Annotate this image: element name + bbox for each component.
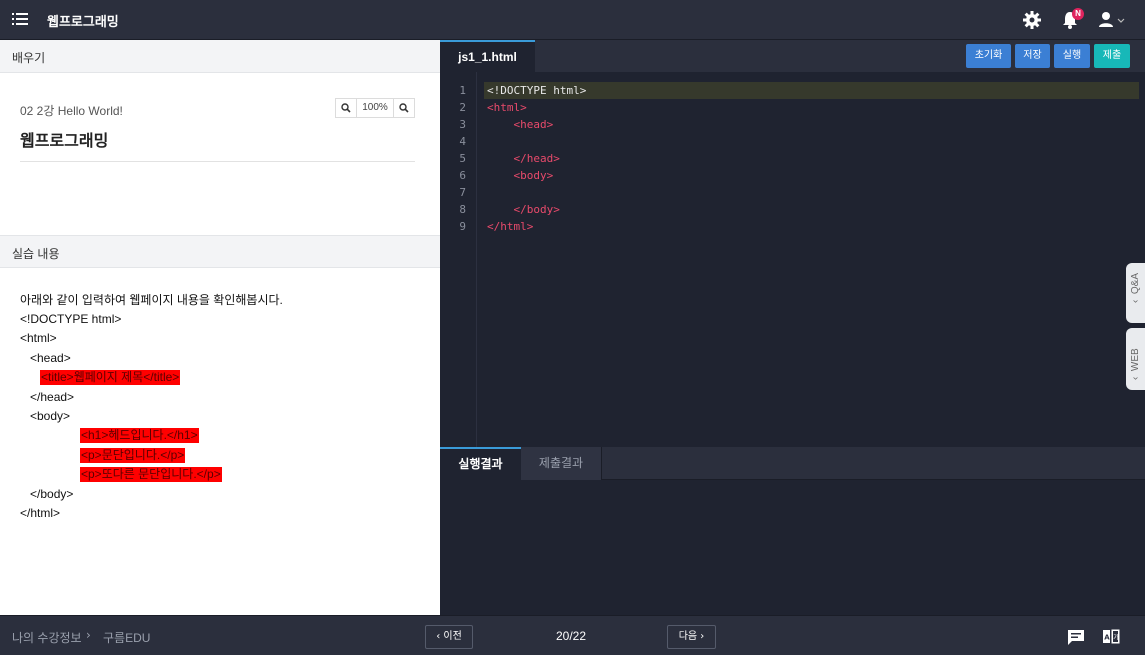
line-number: 8 [459,203,466,216]
code-line: <body> [487,169,554,182]
notification-badge: N [1072,8,1084,20]
line-number: 7 [459,186,466,199]
reset-button[interactable]: 초기화 [966,44,1011,68]
practice-line: </html> [20,506,61,520]
line-number: 1 [459,84,466,97]
page-counter: 20/22 [555,629,587,643]
practice-line-highlighted: <title>웹페이지 제목</title> [40,370,181,385]
practice-line: <html> [20,331,57,345]
line-number: 2 [459,101,466,114]
file-tab[interactable]: js1_1.html [440,40,535,72]
breadcrumb-goorm-edu[interactable]: 구름EDU [103,629,150,646]
result-tab-bar: 실행결과 제출결과 [440,447,1145,480]
zoom-level: 100% [356,99,394,117]
breadcrumb-separator: › [86,628,91,642]
prev-button[interactable]: ‹ 이전 [425,625,473,649]
code-line: <html> [487,101,527,114]
line-number: 6 [459,169,466,182]
bottom-bar: 나의 수강정보 › 구름EDU ‹ 이전 20/22 다음 › A 가 [0,615,1145,655]
line-number-gutter: 1 2 3 4 5 6 7 8 9 [440,72,477,447]
zoom-out-button[interactable] [336,99,356,117]
web-side-tab[interactable]: ‹ WEB [1126,328,1145,390]
divider [20,161,415,162]
magnifier-plus-icon [399,103,409,113]
practice-line: <head> [30,351,71,365]
chat-icon[interactable] [1067,628,1085,646]
dictionary-icon[interactable]: A 가 [1102,628,1120,646]
hamburger-menu-icon[interactable] [12,11,28,27]
code-editor[interactable]: 1 2 3 4 5 6 7 8 9 <!DOCTYPE html> <html>… [440,72,1145,447]
tab-submit-result[interactable]: 제출결과 [521,447,602,480]
line-number: 5 [459,152,466,165]
zoom-control: 100% [335,98,415,118]
result-output [440,480,1145,615]
line-number: 9 [459,220,466,233]
qa-tab-label: ‹ Q&A [1130,272,1141,303]
user-menu-icon[interactable] [1097,10,1127,30]
breadcrumb-my-course[interactable]: 나의 수강정보 [12,629,82,646]
practice-line-highlighted: <p>또다른 문단입니다.</p> [80,467,222,482]
next-button[interactable]: 다음 › [667,625,716,649]
practice-section-header: 실습 내용 [0,235,440,268]
practice-intro: 아래와 같이 입력하여 웹페이지 내용을 확인해봅시다. [20,293,283,307]
practice-line-highlighted: <h1>헤드입니다.</h1> [80,428,199,443]
submit-button[interactable]: 제출 [1094,44,1130,68]
svg-text:가: 가 [1113,634,1119,642]
app-title: 웹프로그래밍 [47,15,119,30]
lesson-panel: 배우기 02 2강 Hello World! 웹프로그래밍 100% 실습 내용… [0,40,440,615]
code-line: </head> [487,152,560,165]
save-button[interactable]: 저장 [1015,44,1050,68]
line-number: 4 [459,135,466,148]
tab-run-result[interactable]: 실행결과 [440,447,521,480]
run-button[interactable]: 실행 [1054,44,1090,68]
lesson-subtitle: 02 2강 Hello World! [20,104,123,118]
zoom-in-button[interactable] [394,99,414,117]
lesson-title: 웹프로그래밍 [20,131,109,150]
code-line: <!DOCTYPE html> [487,84,587,97]
svg-text:A: A [1104,634,1110,642]
practice-line: <!DOCTYPE html> [20,312,122,326]
web-tab-label: ‹ WEB [1130,348,1141,380]
practice-line: <body> [30,409,71,423]
learn-section-header: 배우기 [0,40,440,73]
practice-line-highlighted: <p>문단입니다.</p> [80,448,186,463]
practice-line: </body> [30,487,74,501]
gear-icon[interactable] [1022,10,1042,30]
line-number: 3 [459,118,466,131]
qa-side-tab[interactable]: ‹ Q&A [1126,263,1145,323]
magnifier-minus-icon [341,103,351,113]
practice-line: </head> [30,390,75,404]
editor-tab-bar: js1_1.html 초기화 저장 실행 제출 [440,40,1145,72]
top-bar: 웹프로그래밍 N [0,0,1145,40]
code-line: </body> [487,203,560,216]
code-line: <head> [487,118,554,131]
code-line: </html> [487,220,534,233]
